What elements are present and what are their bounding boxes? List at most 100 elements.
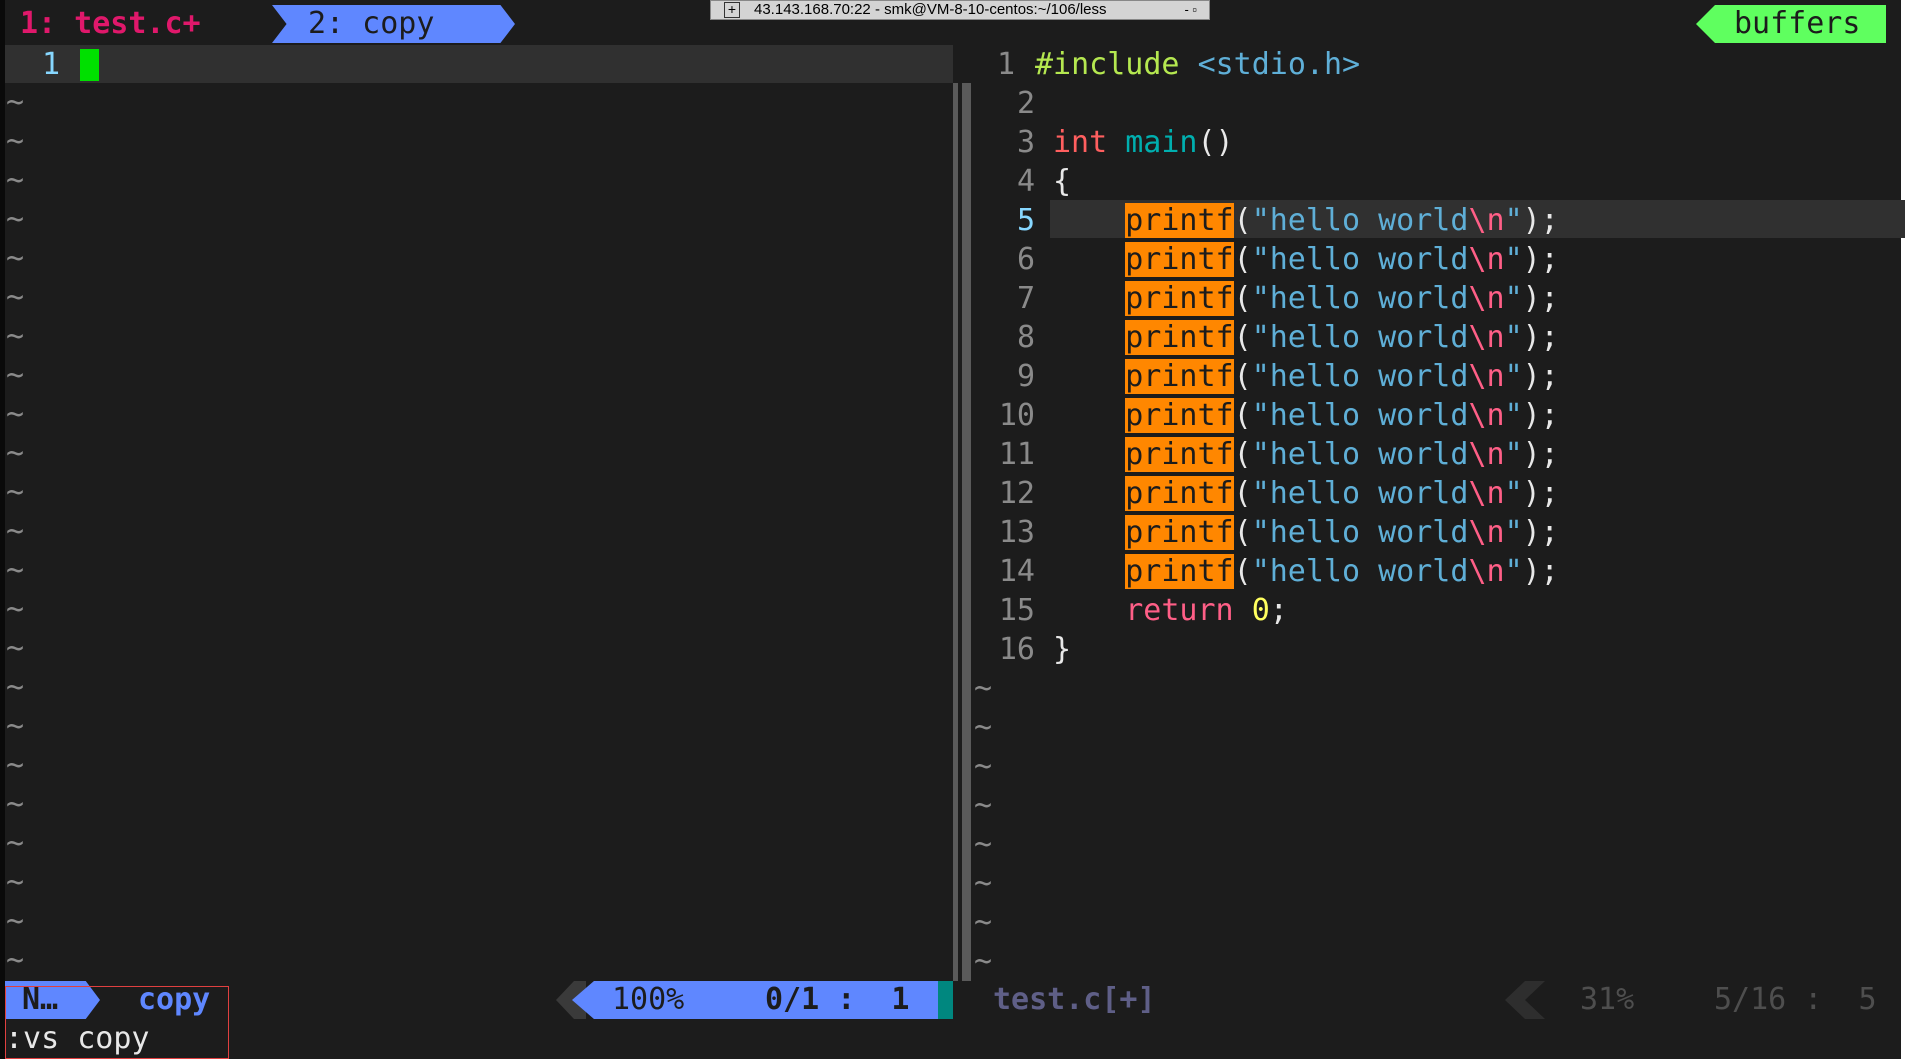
code-token: printf <box>1125 515 1234 550</box>
code-token: printf <box>1125 476 1234 511</box>
code-token: printf <box>1125 203 1234 238</box>
left-cursor-line <box>5 45 953 83</box>
code-token: printf <box>1125 554 1234 589</box>
code-line[interactable]: 2 <box>975 84 1053 123</box>
right-percent: 31% <box>1580 982 1635 1017</box>
code-token: printf <box>1125 242 1234 277</box>
code-token: \n <box>1468 281 1505 316</box>
code-token: ); <box>1522 359 1559 394</box>
line-number: 15 <box>998 593 1035 628</box>
code-token: \n <box>1468 515 1505 550</box>
left-empty-line-marker: ~ <box>6 748 25 783</box>
right-arrow-separator <box>1505 981 1545 1019</box>
left-line-number: 1 <box>41 47 60 82</box>
left-empty-line-marker: ~ <box>6 241 25 276</box>
line-number: 16 <box>998 632 1035 667</box>
vertical-split-separator[interactable] <box>953 83 971 981</box>
left-percent: 100% <box>612 982 685 1017</box>
code-token: ( <box>1233 476 1252 511</box>
line-number: 6 <box>1016 242 1035 277</box>
terminal-title: 43.143.168.70:22 - smk@VM-8-10-centos:~/… <box>754 1 1107 18</box>
line-number: 11 <box>998 437 1035 472</box>
code-token: ( <box>1233 242 1252 277</box>
code-token: \n <box>1468 242 1505 277</box>
code-token: main <box>1125 125 1198 160</box>
code-token: { <box>1053 164 1072 199</box>
code-line[interactable]: 14 printf("hello world\n"); <box>975 552 1559 591</box>
code-token: "hello world <box>1251 515 1469 550</box>
code-line[interactable]: 10 printf("hello world\n"); <box>975 396 1559 435</box>
text-cursor <box>80 49 99 81</box>
code-line[interactable]: 12 printf("hello world\n"); <box>975 474 1559 513</box>
code-token: " <box>1504 359 1523 394</box>
code-token: ; <box>1269 593 1288 628</box>
code-line[interactable]: 4{ <box>975 162 1071 201</box>
window-controls[interactable]: - ▫ <box>1184 1 1197 19</box>
code-token: " <box>1504 554 1523 589</box>
code-token: \n <box>1468 398 1505 433</box>
code-line[interactable]: 8 printf("hello world\n"); <box>975 318 1559 357</box>
tab-copy[interactable]: 2: copy <box>308 3 434 44</box>
code-line[interactable]: 11 printf("hello world\n"); <box>975 435 1559 474</box>
code-token: ( <box>1233 437 1252 472</box>
code-line[interactable]: 9 printf("hello world\n"); <box>975 357 1559 396</box>
right-empty-line-marker: ~ <box>974 944 993 979</box>
code-token: <stdio.h> <box>1197 47 1361 82</box>
code-token: ); <box>1522 203 1559 238</box>
code-token: \n <box>1468 359 1505 394</box>
right-empty-line-marker: ~ <box>974 827 993 862</box>
code-line[interactable]: 7 printf("hello world\n"); <box>975 279 1559 318</box>
code-token: "hello world <box>1251 476 1469 511</box>
left-empty-line-marker: ~ <box>6 592 25 627</box>
line-number: 13 <box>998 515 1035 550</box>
right-empty-line-marker: ~ <box>974 866 993 901</box>
code-token: "hello world <box>1251 359 1469 394</box>
left-empty-line-marker: ~ <box>6 670 25 705</box>
line-number: 2 <box>1016 86 1035 121</box>
code-token: "hello world <box>1251 398 1469 433</box>
line-number: 9 <box>1016 359 1035 394</box>
terminal-title-bar[interactable]: + 43.143.168.70:22 - smk@VM-8-10-centos:… <box>710 0 1210 20</box>
pin-icon[interactable]: + <box>724 2 740 18</box>
right-line-col: 5/16 : 5 <box>1714 982 1877 1017</box>
code-token: ); <box>1522 515 1559 550</box>
code-line[interactable]: 16} <box>975 630 1071 669</box>
left-empty-line-marker: ~ <box>6 709 25 744</box>
code-token: "hello world <box>1251 320 1469 355</box>
code-line[interactable]: 5 printf("hello world\n"); <box>975 201 1559 240</box>
left-empty-line-marker: ~ <box>6 397 25 432</box>
code-token: " <box>1504 476 1523 511</box>
line-number: 4 <box>1016 164 1035 199</box>
code-line[interactable]: 1 #include <stdio.h> <box>975 45 1360 84</box>
left-empty-line-marker: ~ <box>6 865 25 900</box>
code-token: printf <box>1125 359 1234 394</box>
code-line[interactable]: 15 return 0; <box>975 591 1288 630</box>
code-token: " <box>1504 281 1523 316</box>
right-empty-line-marker: ~ <box>974 671 993 706</box>
status-accent-block <box>938 981 953 1019</box>
code-token: \n <box>1468 320 1505 355</box>
code-line[interactable]: 13 printf("hello world\n"); <box>975 513 1559 552</box>
code-token: int <box>1053 125 1108 160</box>
code-token: "hello world <box>1251 437 1469 472</box>
left-empty-line-marker: ~ <box>6 904 25 939</box>
buffers-indicator: buffers <box>1734 6 1861 41</box>
line-number: 14 <box>998 554 1035 589</box>
code-line[interactable]: 3 int main() <box>975 123 1234 162</box>
code-line[interactable]: 6 printf("hello world\n"); <box>975 240 1559 279</box>
code-token: \n <box>1468 203 1505 238</box>
code-token: ); <box>1522 242 1559 277</box>
left-empty-line-marker: ~ <box>6 358 25 393</box>
code-token: "hello world <box>1251 554 1469 589</box>
tab-test-c[interactable]: 1: test.c+ <box>20 3 201 44</box>
left-empty-line-marker: ~ <box>6 202 25 237</box>
left-empty-line-marker: ~ <box>6 436 25 471</box>
code-token: ); <box>1522 281 1559 316</box>
code-token: " <box>1504 242 1523 277</box>
code-token: printf <box>1125 281 1234 316</box>
